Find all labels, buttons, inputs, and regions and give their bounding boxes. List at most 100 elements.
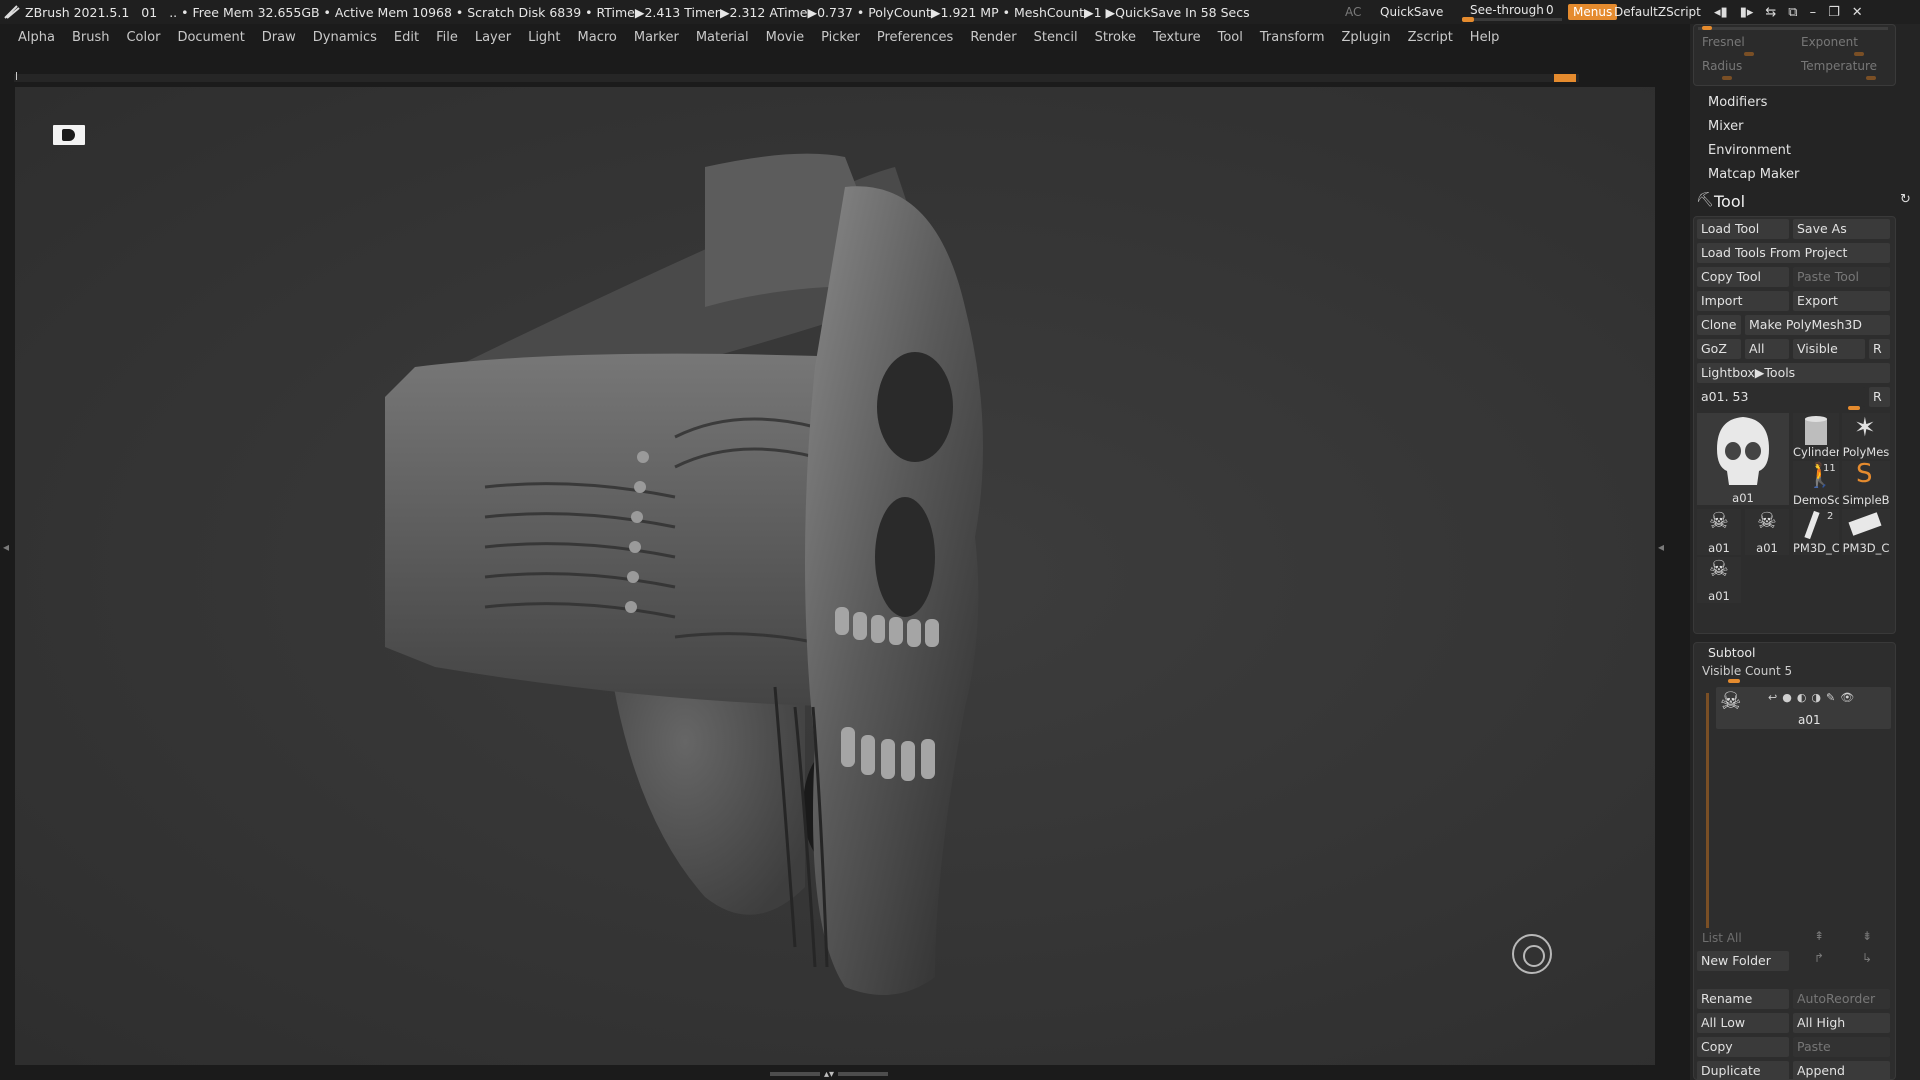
mixer-subpalette[interactable]: Mixer xyxy=(1708,119,1743,134)
menu-alpha[interactable]: Alpha xyxy=(18,30,55,45)
goz-all-button[interactable]: All xyxy=(1745,339,1789,359)
current-tool-knob[interactable] xyxy=(1848,406,1860,410)
document-canvas[interactable] xyxy=(15,87,1655,1065)
menu-stencil[interactable]: Stencil xyxy=(1034,30,1078,45)
environment-subpalette[interactable]: Environment xyxy=(1708,143,1791,158)
current-tool-slider[interactable]: a01. 53 xyxy=(1697,387,1865,407)
tool-slot-pm3d-1[interactable]: 2 PM3D_C xyxy=(1793,509,1839,555)
close-icon[interactable]: ✕ xyxy=(1852,5,1863,20)
top-slider-track[interactable] xyxy=(1698,27,1888,30)
duplicate-button[interactable]: Duplicate xyxy=(1697,1061,1789,1080)
default-zscript-button[interactable]: DefaultZScript xyxy=(1614,5,1701,19)
move-down-icon[interactable]: ⇟ xyxy=(1862,929,1872,943)
fresnel-slider[interactable]: Fresnel xyxy=(1702,35,1745,49)
radius-slider[interactable]: Radius xyxy=(1702,59,1742,73)
visible-count-knob[interactable] xyxy=(1728,679,1740,683)
menu-zplugin[interactable]: Zplugin xyxy=(1342,30,1391,45)
exponent-knob[interactable] xyxy=(1854,52,1864,56)
tool-slot-a01-3[interactable]: ☠ a01 xyxy=(1697,557,1741,603)
timeline-track[interactable] xyxy=(14,72,1579,82)
tool-slot-simple[interactable]: S SimpleB xyxy=(1842,461,1890,507)
reset-icon[interactable]: ↻ xyxy=(1900,192,1911,207)
lightbox-tools-button[interactable]: Lightbox▶Tools xyxy=(1697,363,1890,383)
new-folder-button[interactable]: New Folder xyxy=(1697,951,1789,971)
modifiers-subpalette[interactable]: Modifiers xyxy=(1708,95,1767,110)
tool-slot-a01-2[interactable]: ☠ a01 xyxy=(1745,509,1789,555)
tool-slot-cylinder[interactable]: Cylinder xyxy=(1793,413,1839,459)
list-all-button[interactable]: List All xyxy=(1702,931,1742,945)
visible-count-slider[interactable]: Visible Count 5 xyxy=(1702,664,1792,678)
menu-stroke[interactable]: Stroke xyxy=(1095,30,1136,45)
menu-marker[interactable]: Marker xyxy=(634,30,679,45)
ac-toggle[interactable]: AC xyxy=(1345,5,1361,19)
menu-document[interactable]: Document xyxy=(177,30,244,45)
tool-slot-main[interactable]: a01 xyxy=(1697,413,1789,505)
save-as-button[interactable]: Save As xyxy=(1793,219,1890,239)
menu-layer[interactable]: Layer xyxy=(475,30,511,45)
menu-preferences[interactable]: Preferences xyxy=(877,30,953,45)
append-button[interactable]: Append xyxy=(1793,1061,1890,1080)
top-slider-knob[interactable] xyxy=(1702,26,1712,30)
tool-slot-demo[interactable]: 🚶 11 DemoSc xyxy=(1793,461,1839,507)
tray-right-icon[interactable]: ▮▸ xyxy=(1740,5,1754,20)
menu-texture[interactable]: Texture xyxy=(1153,30,1201,45)
subtool-scrollbar[interactable] xyxy=(1706,693,1709,928)
see-through-knob[interactable] xyxy=(1462,17,1474,22)
minimize-icon[interactable]: – xyxy=(1810,5,1817,20)
radius-knob[interactable] xyxy=(1722,76,1732,80)
menu-draw[interactable]: Draw xyxy=(262,30,296,45)
timeline-marker[interactable] xyxy=(1554,74,1576,82)
make-polymesh3d-button[interactable]: Make PolyMesh3D xyxy=(1745,315,1890,335)
import-button[interactable]: Import xyxy=(1697,291,1789,311)
goz-button[interactable]: GoZ xyxy=(1697,339,1741,359)
subtool-toggles-icon[interactable]: ↩●◐◑✎👁 xyxy=(1768,691,1859,704)
subtool-title[interactable]: Subtool xyxy=(1708,645,1755,660)
fresnel-knob[interactable] xyxy=(1744,52,1754,56)
temperature-knob[interactable] xyxy=(1866,76,1876,80)
folder-out-icon[interactable]: ↳ xyxy=(1862,951,1872,965)
move-up-icon[interactable]: ⇞ xyxy=(1814,929,1824,943)
paste-subtool-button[interactable]: Paste xyxy=(1793,1037,1890,1057)
subtool-item-a01[interactable]: ☠ ↩●◐◑✎👁 a01 xyxy=(1716,687,1891,729)
layout-icon[interactable]: ⧉ xyxy=(1788,5,1797,20)
menu-zscript[interactable]: Zscript xyxy=(1408,30,1453,45)
load-tool-button[interactable]: Load Tool xyxy=(1697,219,1789,239)
menu-movie[interactable]: Movie xyxy=(766,30,804,45)
export-button[interactable]: Export xyxy=(1793,291,1890,311)
menu-light[interactable]: Light xyxy=(528,30,560,45)
rename-button[interactable]: Rename xyxy=(1697,989,1789,1009)
tool-slot-a01-1[interactable]: ☠ a01 xyxy=(1697,509,1741,555)
tool-palette-header[interactable]: ⛏ Tool ↻ xyxy=(1690,190,1920,212)
all-high-button[interactable]: All High xyxy=(1793,1013,1890,1033)
restore-icon[interactable]: ❐ xyxy=(1828,5,1840,20)
menu-tool[interactable]: Tool xyxy=(1218,30,1243,45)
camera-view-icon[interactable] xyxy=(53,125,85,145)
menu-edit[interactable]: Edit xyxy=(394,30,419,45)
skull-ring-model[interactable] xyxy=(375,107,1205,1047)
goz-r-button[interactable]: R xyxy=(1869,339,1890,359)
menu-color[interactable]: Color xyxy=(126,30,160,45)
goz-visible-button[interactable]: Visible xyxy=(1793,339,1865,359)
menu-help[interactable]: Help xyxy=(1470,30,1500,45)
quicksave-button[interactable]: QuickSave xyxy=(1380,5,1443,19)
tray-left-icon[interactable]: ◂▮ xyxy=(1714,5,1728,20)
tool-slot-polymesh[interactable]: ✶ PolyMes xyxy=(1842,413,1890,459)
right-tray-arrow-icon[interactable]: ◂ xyxy=(1658,540,1664,554)
menu-brush[interactable]: Brush xyxy=(72,30,110,45)
orientation-gizmo-icon[interactable] xyxy=(1512,934,1552,974)
menu-transform[interactable]: Transform xyxy=(1260,30,1325,45)
copy-tool-button[interactable]: Copy Tool xyxy=(1697,267,1789,287)
temperature-slider[interactable]: Temperature xyxy=(1801,59,1877,73)
current-tool-r-button[interactable]: R xyxy=(1869,387,1890,407)
exponent-slider[interactable]: Exponent xyxy=(1801,35,1858,49)
left-tray-arrow-icon[interactable]: ◂ xyxy=(3,540,9,554)
matcap-maker-subpalette[interactable]: Matcap Maker xyxy=(1708,167,1799,182)
menu-render[interactable]: Render xyxy=(970,30,1016,45)
tool-slot-pm3d-2[interactable]: PM3D_C xyxy=(1842,509,1890,555)
menu-macro[interactable]: Macro xyxy=(578,30,617,45)
copy-subtool-button[interactable]: Copy xyxy=(1697,1037,1789,1057)
autoreorder-button[interactable]: AutoReorder xyxy=(1793,989,1890,1009)
paste-tool-button[interactable]: Paste Tool xyxy=(1793,267,1890,287)
bottom-tray-handle[interactable]: ▴▾ xyxy=(770,1069,900,1080)
menu-file[interactable]: File xyxy=(436,30,458,45)
